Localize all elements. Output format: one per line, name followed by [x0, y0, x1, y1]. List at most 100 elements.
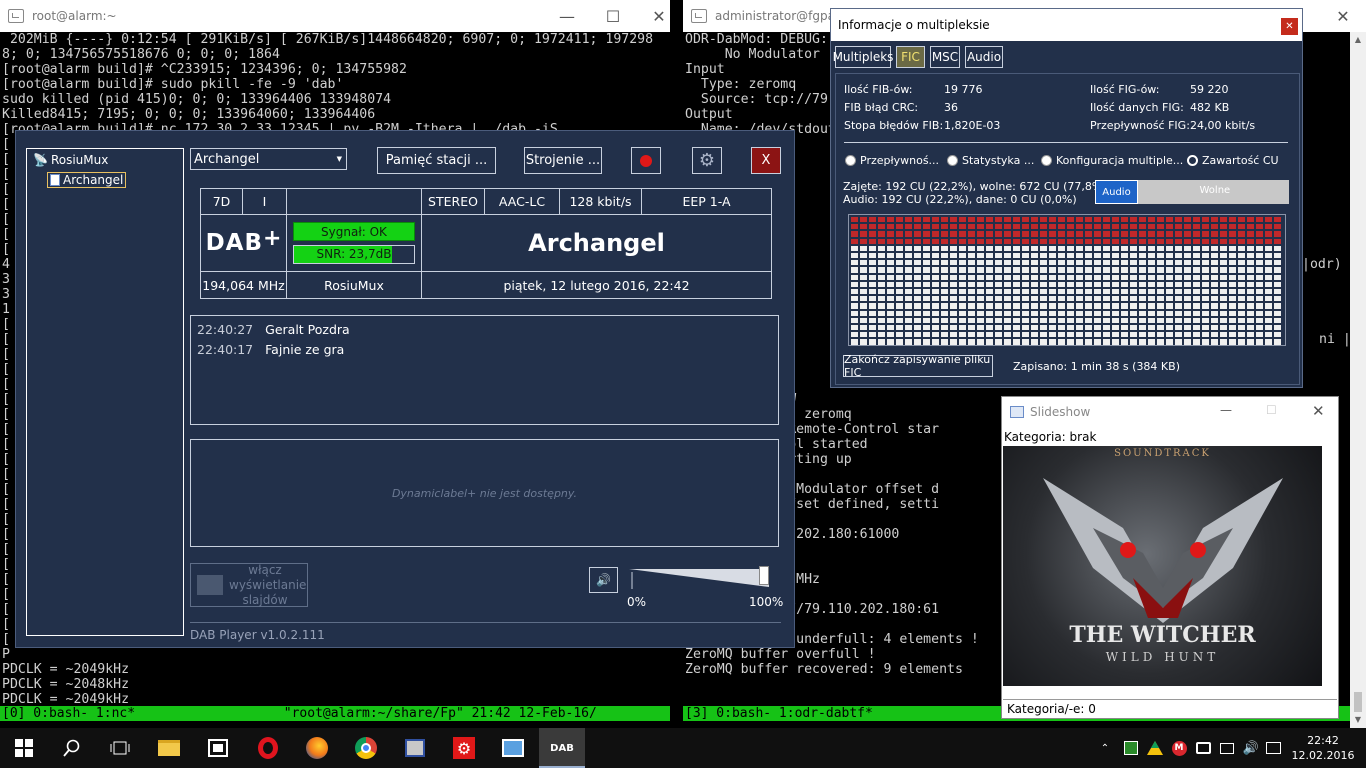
cu-cell: [1220, 281, 1227, 287]
search-icon[interactable]: [60, 736, 84, 760]
close-button[interactable]: ✕: [1312, 402, 1325, 420]
cu-cell: [1085, 325, 1092, 331]
slideshow-titlebar[interactable]: Slideshow — ☐ ✕: [1002, 397, 1338, 427]
scroll-up-arrow-icon[interactable]: ▲: [1350, 32, 1366, 48]
tab-multiplex[interactable]: Multipleks: [833, 46, 893, 68]
terminal-scrollbar[interactable]: ▲ ▼: [1350, 32, 1366, 728]
minimize-button[interactable]: —: [544, 0, 590, 32]
radio-dot-icon: [845, 155, 856, 166]
cu-cell: [1229, 289, 1236, 295]
volume-thumb[interactable]: [759, 566, 769, 585]
cu-cell: [995, 231, 1002, 237]
cu-cell: [1058, 332, 1065, 338]
close-icon[interactable]: ✕: [1281, 18, 1298, 35]
cu-cell: [1103, 238, 1110, 244]
tray-app-icon[interactable]: [1122, 728, 1140, 768]
fic-titlebar[interactable]: Informacje o multipleksie ✕: [831, 9, 1302, 41]
remote-desktop-icon[interactable]: [501, 736, 525, 760]
tab-fic[interactable]: FIC: [896, 46, 925, 68]
cu-cell: [1202, 238, 1209, 244]
cu-cell: [1022, 296, 1029, 302]
slideshow-window[interactable]: Slideshow — ☐ ✕ Kategoria: brak SOUNDTRA…: [1001, 396, 1339, 719]
cu-cell: [1076, 281, 1083, 287]
tab-audio[interactable]: Audio: [965, 46, 1003, 68]
record-button[interactable]: [631, 147, 661, 174]
minimize-button[interactable]: —: [1220, 403, 1232, 417]
cu-cell: [1247, 267, 1254, 273]
scrollbar-thumb[interactable]: [1354, 692, 1362, 712]
station-tree[interactable]: 📡 RosiuMux Archangel: [26, 148, 184, 636]
radio-cu-content[interactable]: Zawartość CU: [1187, 154, 1279, 167]
settings-button[interactable]: ⚙: [692, 147, 722, 174]
close-button[interactable]: ✕: [1320, 0, 1366, 32]
cu-cell: [968, 231, 975, 237]
cu-cell: [1265, 245, 1272, 251]
cu-cell: [1175, 260, 1182, 266]
file-explorer-icon[interactable]: [157, 736, 181, 760]
tuning-button[interactable]: Strojenie ...: [524, 147, 602, 174]
dab-player-window[interactable]: 📡 RosiuMux Archangel Archangel ▼ Pamięć …: [15, 130, 795, 648]
cu-cell: [986, 296, 993, 302]
tree-station-selected[interactable]: Archangel: [47, 172, 127, 188]
close-player-button[interactable]: X: [751, 147, 781, 174]
volume-icon[interactable]: 🔊: [1242, 728, 1260, 768]
tree-root-mux[interactable]: 📡 RosiuMux: [33, 153, 108, 167]
task-view-icon[interactable]: [108, 736, 132, 760]
cu-cell: [1265, 267, 1272, 273]
settings-app-icon[interactable]: ⚙: [452, 736, 476, 760]
volume-slider[interactable]: [629, 566, 769, 591]
tab-msc[interactable]: MSC: [930, 46, 960, 68]
network-icon[interactable]: [1218, 728, 1236, 768]
cu-cell: [887, 238, 894, 244]
opera-icon[interactable]: [256, 736, 280, 760]
cu-cell: [1013, 303, 1020, 309]
cu-cell: [1040, 253, 1047, 259]
cu-cell: [1229, 325, 1236, 331]
maximize-button[interactable]: ☐: [590, 0, 636, 32]
cu-cell: [1103, 267, 1110, 273]
notifications-icon[interactable]: [1262, 728, 1284, 768]
radio-throughput[interactable]: Przepływnoś...: [845, 154, 939, 167]
putty-icon[interactable]: [403, 736, 427, 760]
cu-cell: [932, 245, 939, 251]
cu-cell: [968, 245, 975, 251]
multiplex-info-window[interactable]: Informacje o multipleksie ✕ Multipleks F…: [830, 8, 1303, 388]
cu-cell: [1238, 339, 1245, 345]
cu-cell: [1004, 310, 1011, 316]
cu-cell: [914, 224, 921, 230]
cu-cell: [1256, 296, 1263, 302]
cu-cell: [1085, 238, 1092, 244]
cu-cell: [923, 289, 930, 295]
cu-cell: [1040, 296, 1047, 302]
firefox-icon[interactable]: [305, 736, 329, 760]
cu-cell: [1031, 274, 1038, 280]
cu-cell: [968, 332, 975, 338]
cu-cell: [1211, 245, 1218, 251]
station-memory-button[interactable]: Pamięć stacji ...: [377, 147, 496, 174]
close-button[interactable]: ✕: [636, 0, 682, 32]
mute-button[interactable]: 🔊: [589, 567, 618, 593]
windows-start-icon[interactable]: [12, 736, 36, 760]
cu-cell: [1256, 253, 1263, 259]
store-icon[interactable]: [206, 736, 230, 760]
radiotext-history[interactable]: 22:40:27 Geralt Pozdra 22:40:17 Fajnie z…: [190, 315, 779, 425]
radio-statistics[interactable]: Statystyka ...: [947, 154, 1034, 167]
sync-icon[interactable]: [1194, 728, 1212, 768]
cu-cell: [914, 281, 921, 287]
google-drive-icon[interactable]: [1146, 728, 1164, 768]
mega-icon[interactable]: M: [1170, 728, 1188, 768]
radio-multiplex-config[interactable]: Konfiguracja multiple...: [1041, 154, 1183, 167]
cu-cell: [1139, 310, 1146, 316]
cu-cell: [1139, 267, 1146, 273]
chrome-icon[interactable]: [354, 736, 378, 760]
dab-player-taskbar-icon[interactable]: DAB: [550, 736, 574, 760]
scroll-down-arrow-icon[interactable]: ▼: [1350, 712, 1366, 728]
left-terminal-titlebar[interactable]: root@alarm:~ — ☐ ✕: [0, 0, 670, 32]
stop-fic-recording-button[interactable]: Zakończ zapisywanie pliku FIC: [843, 353, 993, 379]
cu-cell: [1031, 260, 1038, 266]
cu-cell: [905, 274, 912, 280]
station-select[interactable]: Archangel ▼: [190, 148, 347, 170]
clock[interactable]: 22:42 12.02.2016: [1290, 728, 1356, 768]
slideshow-toggle-button[interactable]: włącz wyświetlanie slajdów: [190, 563, 308, 607]
chevron-up-icon[interactable]: ⌃: [1096, 728, 1114, 768]
